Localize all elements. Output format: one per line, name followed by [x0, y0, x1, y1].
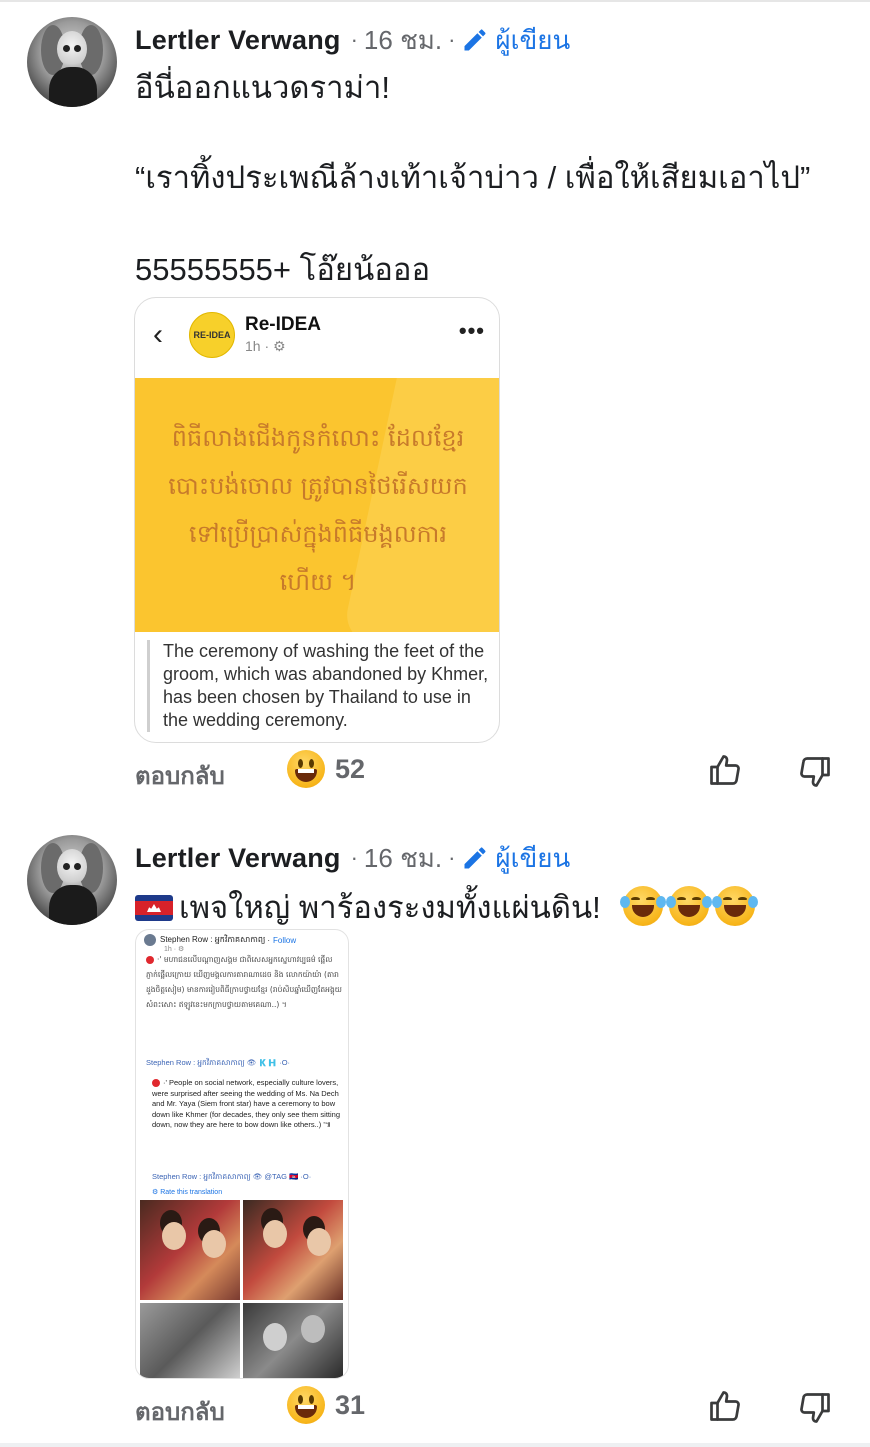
- laughing-tears-emoji-icon: [712, 886, 759, 926]
- avatar[interactable]: [27, 17, 117, 107]
- author-badge: ผู้เขียน: [461, 838, 570, 879]
- embedded-post-screenshot[interactable]: Stephen Row : អ្នកវិភាគសាកាព្យ · Follow …: [135, 929, 349, 1379]
- ceremony-photo: [140, 1303, 240, 1378]
- embedded-english-text: ·' People on social network, especially …: [152, 1078, 341, 1129]
- embedded-handle-line: Stephen Row : អ្នកវិភាគសាកាព្យ 👁 🇰🇭 ·O·: [146, 1058, 291, 1067]
- author-name[interactable]: Lertler Verwang: [135, 843, 341, 874]
- reaction-count[interactable]: 52: [335, 754, 365, 785]
- comment-text-line-2: “เราทิ้งประเพณีล้างเท้าเจ้าบ่าว / เพื่อใ…: [135, 160, 811, 195]
- comment-header: Lertler Verwang · 16 ชม. · ผู้เขียน: [135, 20, 570, 60]
- comment-text-body: เพจใหญ่ พาร้องระงมทั้งแผ่นดิน!: [179, 890, 601, 925]
- separator: ·: [350, 27, 358, 52]
- page-name: Re-IDEA: [245, 314, 322, 335]
- wedding-photo: [140, 1200, 240, 1300]
- author-badge-label: ผู้เขียน: [495, 24, 571, 55]
- laughing-tears-emoji-icon: [666, 886, 713, 926]
- comment-actions: ตอบกลับ 31: [135, 1386, 835, 1430]
- photo-grid: [140, 1200, 346, 1378]
- comment-text-line-3: 55555555+ โอ๊ยน้อออ: [135, 252, 431, 287]
- reply-button[interactable]: ตอบกลับ: [135, 1392, 225, 1431]
- separator: ·: [448, 845, 456, 870]
- rate-translation-link: ⚙ Rate this translation: [152, 1189, 223, 1196]
- page-logo: RE-IDEA: [189, 312, 235, 358]
- pencil-icon: [464, 847, 486, 869]
- grinning-emoji-icon[interactable]: [287, 1386, 325, 1424]
- wedding-photo: [243, 1200, 343, 1300]
- back-arrow-icon: ‹: [153, 318, 163, 351]
- separator: ·: [448, 27, 456, 52]
- cambodia-flag-icon: [135, 895, 173, 921]
- thumbs-up-icon[interactable]: [707, 752, 743, 788]
- grinning-emoji-icon[interactable]: [287, 750, 325, 788]
- embedded-post-screenshot[interactable]: ‹ RE-IDEA Re-IDEA 1h · ⚙ ••• ពិធីលាងជើងក…: [134, 297, 500, 743]
- author-badge-label: ผู้เขียน: [495, 842, 571, 873]
- separator: ·: [350, 845, 358, 870]
- comment-time[interactable]: 16 ชม.: [364, 20, 442, 61]
- more-icon: •••: [458, 318, 485, 343]
- embedded-handle-line: Stephen Row : អ្នកវិភាគសាកាព្យ 👁 @TAG 🇰🇭…: [152, 1172, 312, 1181]
- follow-link: Follow: [273, 935, 297, 945]
- embedded-khmer-text: ·' មហាជនលើបណ្តាញសង្គម ជាពិសេសអ្នកស្នេហាវ…: [146, 955, 342, 1009]
- comment-text: เพจใหญ่ พาร้องระงมทั้งแผ่นดิน!: [135, 886, 759, 928]
- thumbs-up-icon[interactable]: [707, 1388, 743, 1424]
- comment-header: Lertler Verwang · 16 ชม. · ผู้เขียน: [135, 838, 570, 878]
- comment-text-line-1: อีนี่ออกแนวดราม่า!: [135, 70, 391, 105]
- banner-khmer-text: ពិធីលាងជើងកូនកំលោះ ដែលខ្មែរ បោះបង់ចោល ត្…: [168, 424, 468, 596]
- author-name[interactable]: Lertler Verwang: [135, 25, 341, 56]
- author-badge: ผู้เขียน: [461, 20, 570, 61]
- top-divider: [0, 0, 870, 2]
- page-logo: [144, 934, 156, 946]
- translation-caption: The ceremony of washing the feet of the …: [147, 640, 492, 732]
- reply-button[interactable]: ตอบกลับ: [135, 756, 225, 795]
- comment-actions: ตอบกลับ 52: [135, 750, 835, 794]
- comment-time[interactable]: 16 ชม.: [364, 838, 442, 879]
- reaction-count[interactable]: 31: [335, 1390, 365, 1421]
- thumbs-down-icon[interactable]: [797, 754, 833, 790]
- post-time: 1h · ⚙: [245, 338, 286, 354]
- bottom-divider: [0, 1443, 870, 1447]
- pencil-icon: [464, 29, 486, 51]
- thumbs-down-icon[interactable]: [797, 1390, 833, 1426]
- post-banner: ពិធីលាងជើងកូនកំលោះ ដែលខ្មែរ បោះបង់ចោល ត្…: [135, 378, 499, 632]
- avatar[interactable]: [27, 835, 117, 925]
- ceremony-photo: [243, 1303, 343, 1378]
- laughing-tears-emoji-icon: [620, 886, 667, 926]
